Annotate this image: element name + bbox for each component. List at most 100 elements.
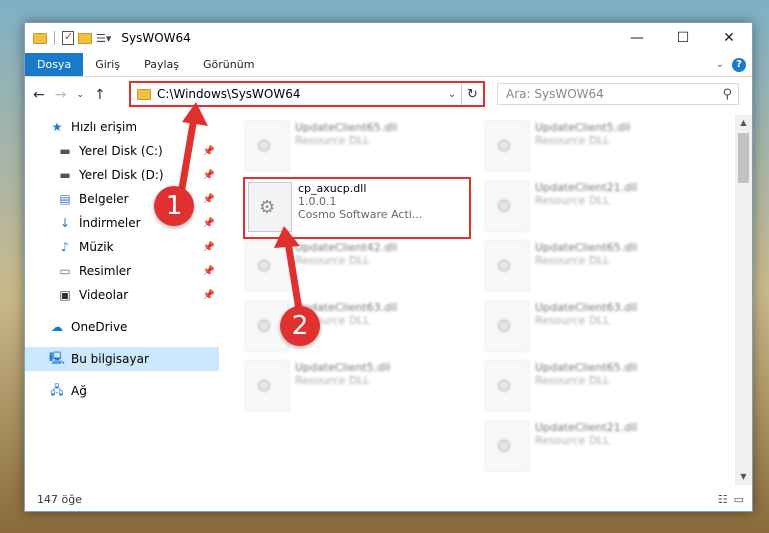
- nav-label: Belgeler: [79, 192, 129, 206]
- dll-file-icon: [245, 121, 289, 171]
- dll-file-icon: [485, 121, 529, 171]
- file-tile[interactable]: UpdateClient65.dllResource DLL: [485, 361, 705, 417]
- dll-file-icon: [485, 361, 529, 411]
- file-description: Resource DLL: [535, 254, 610, 267]
- dll-file-icon: [485, 181, 529, 231]
- file-description: Resource DLL: [535, 314, 610, 327]
- search-icon: ⚲: [722, 86, 732, 102]
- file-name: UpdateClient5.dll: [535, 121, 631, 134]
- expand-ribbon-icon[interactable]: ⌄: [716, 59, 724, 70]
- nav-item-pictures[interactable]: ▭ Resimler 📌: [25, 259, 219, 283]
- item-count: 147 öğe: [37, 492, 82, 506]
- details-view-icon[interactable]: ☷: [718, 493, 728, 506]
- recent-locations-button[interactable]: ⌄: [76, 90, 84, 100]
- title-bar: ☰▾ SysWOW64 — ☐ ✕: [25, 23, 752, 53]
- file-name: UpdateClient21.dll: [535, 421, 638, 434]
- file-description: Cosmo Software Acti...: [298, 208, 423, 221]
- nav-label: Bu bilgisayar: [71, 352, 149, 366]
- vertical-scrollbar[interactable]: ▲ ▼: [735, 115, 752, 485]
- up-button[interactable]: ↑: [94, 87, 106, 103]
- file-tile[interactable]: UpdateClient65.dllResource DLL: [245, 121, 465, 177]
- folder-icon: [33, 32, 47, 44]
- step-badge-1: 1: [154, 186, 194, 226]
- file-description: Resource DLL: [535, 194, 610, 207]
- file-tile[interactable]: UpdateClient21.dllResource DLL: [485, 181, 705, 237]
- file-name: UpdateClient65.dll: [535, 361, 638, 374]
- pin-icon: 📌: [202, 241, 215, 253]
- maximize-button[interactable]: ☐: [660, 23, 706, 53]
- scroll-down-icon[interactable]: ▼: [735, 469, 752, 485]
- nav-label: Ağ: [71, 384, 87, 398]
- properties-icon[interactable]: [62, 30, 74, 45]
- cloud-icon: ☁: [51, 320, 63, 334]
- tab-view[interactable]: Görünüm: [191, 53, 266, 76]
- file-description: Resource DLL: [535, 374, 610, 387]
- nav-label: Hızlı erişim: [71, 120, 138, 134]
- file-name: UpdateClient65.dll: [535, 241, 638, 254]
- dll-file-icon: [485, 301, 529, 351]
- file-tile[interactable]: UpdateClient21.dllResource DLL: [485, 421, 705, 477]
- file-name: UpdateClient65.dll: [295, 121, 398, 134]
- file-version: 1.0.0.1: [298, 195, 337, 208]
- pin-icon: 📌: [202, 217, 215, 229]
- file-name: UpdateClient63.dll: [535, 301, 638, 314]
- tab-share[interactable]: Paylaş: [132, 53, 191, 76]
- nav-onedrive[interactable]: ☁ OneDrive: [25, 315, 219, 339]
- file-tile[interactable]: UpdateClient63.dllResource DLL: [485, 301, 705, 357]
- new-folder-icon[interactable]: [78, 32, 92, 44]
- customize-icon[interactable]: ☰▾: [96, 32, 111, 45]
- dll-file-icon: [485, 241, 529, 291]
- nav-label: OneDrive: [71, 320, 128, 334]
- file-name: UpdateClient5.dll: [295, 361, 391, 374]
- tiles-view-icon[interactable]: ▭: [734, 493, 744, 506]
- nav-network[interactable]: 🖧 Ağ: [25, 379, 219, 403]
- explorer-window: ☰▾ SysWOW64 — ☐ ✕ Dosya Giriş Paylaş Gör…: [24, 22, 753, 512]
- step-badge-2: 2: [280, 306, 320, 346]
- refresh-icon[interactable]: ↻: [461, 83, 483, 105]
- status-bar: 147 öğe ☷ ▭: [25, 487, 752, 511]
- star-icon: ★: [51, 120, 63, 134]
- ribbon: Dosya Giriş Paylaş Görünüm ⌄ ?: [25, 53, 752, 77]
- close-button[interactable]: ✕: [706, 23, 752, 53]
- file-tile[interactable]: UpdateClient65.dllResource DLL: [485, 241, 705, 297]
- download-icon: ↓: [59, 216, 71, 230]
- address-dropdown-icon[interactable]: ⌄: [443, 89, 461, 100]
- computer-icon: 🖳: [49, 350, 66, 365]
- pin-icon: 📌: [202, 289, 215, 301]
- file-description: Resource DLL: [535, 134, 610, 147]
- file-tile[interactable]: UpdateClient5.dllResource DLL: [245, 361, 465, 417]
- documents-icon: ▤: [59, 192, 71, 206]
- search-placeholder: Ara: SysWOW64: [506, 87, 604, 101]
- tab-file[interactable]: Dosya: [25, 53, 84, 76]
- window-title: SysWOW64: [121, 31, 191, 45]
- drive-icon: ▬: [59, 168, 71, 182]
- search-input[interactable]: Ara: SysWOW64 ⚲: [497, 83, 739, 105]
- drive-icon: ▬: [59, 144, 71, 158]
- tab-home[interactable]: Giriş: [83, 53, 132, 76]
- nav-label: İndirmeler: [79, 216, 141, 230]
- separator: [54, 31, 55, 45]
- minimize-button[interactable]: —: [614, 23, 660, 53]
- scroll-up-icon[interactable]: ▲: [735, 115, 752, 131]
- back-button[interactable]: ←: [33, 87, 45, 103]
- nav-label: Resimler: [79, 264, 132, 278]
- file-name: cp_axucp.dll: [298, 182, 367, 195]
- forward-button[interactable]: →: [55, 87, 67, 103]
- quick-access-toolbar: ☰▾: [33, 30, 111, 45]
- network-icon: 🖧: [50, 382, 64, 397]
- file-tile[interactable]: UpdateClient5.dllResource DLL: [485, 121, 705, 177]
- dll-file-icon: [485, 421, 529, 471]
- nav-label: Müzik: [79, 240, 114, 254]
- dll-file-icon: [245, 361, 289, 411]
- scroll-thumb[interactable]: [738, 133, 749, 183]
- nav-item-music[interactable]: ♪ Müzik 📌: [25, 235, 219, 259]
- address-path: C:\Windows\SysWOW64: [157, 87, 301, 101]
- nav-this-pc[interactable]: 🖳 Bu bilgisayar: [25, 347, 219, 371]
- pin-icon: 📌: [202, 265, 215, 277]
- file-name: UpdateClient21.dll: [535, 181, 638, 194]
- folder-icon: [137, 88, 151, 100]
- file-description: Resource DLL: [295, 134, 370, 147]
- music-icon: ♪: [61, 240, 69, 254]
- nav-item-videos[interactable]: ▣ Videolar 📌: [25, 283, 219, 307]
- help-icon[interactable]: ?: [732, 57, 746, 72]
